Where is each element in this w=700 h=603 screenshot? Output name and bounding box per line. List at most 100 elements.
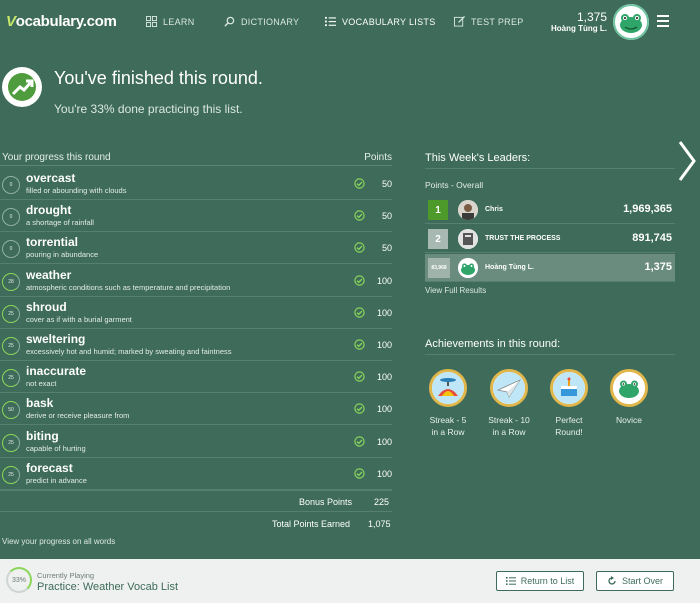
- word-term[interactable]: forecast: [26, 461, 73, 475]
- bonus-points-label: Bonus Points: [299, 497, 353, 507]
- leader-points: 1,375: [644, 261, 672, 273]
- achievement-novice[interactable]: Novice: [599, 369, 659, 426]
- start-over-button[interactable]: Start Over: [596, 571, 674, 591]
- currently-playing-label: Currently Playing: [37, 571, 95, 580]
- leader-name: TRUST THE PROCESS: [485, 235, 561, 242]
- view-full-results-link[interactable]: View Full Results: [425, 286, 486, 295]
- frog-icon: [613, 4, 649, 40]
- avatar: [458, 200, 478, 220]
- word-definition: a shortage of rainfall: [26, 218, 94, 228]
- view-all-progress-link[interactable]: View your progress on all words: [2, 537, 115, 546]
- word-definition: pouring in abundance: [26, 250, 99, 260]
- word-definition: atmospheric conditions such as temperatu…: [26, 282, 231, 292]
- nav-test-prep[interactable]: TEST PREP: [454, 16, 524, 27]
- word-points: 50: [381, 211, 392, 222]
- avatar: [458, 229, 478, 249]
- leader-name: Chris: [485, 206, 503, 213]
- leader-points: 1,969,365: [623, 203, 672, 215]
- word-row[interactable]: 0 torrential pouring in abundance 50: [0, 232, 392, 265]
- progress-header-label: Your progress this round: [2, 152, 111, 163]
- achievement-label: Perfect: [555, 415, 583, 425]
- rank-badge: 83,968: [428, 258, 450, 278]
- leader-name: Hoàng Tùng L.: [485, 264, 534, 271]
- points-header: Points: [364, 152, 392, 163]
- word-term[interactable]: sweltering: [26, 332, 85, 346]
- word-term[interactable]: inaccurate: [26, 364, 86, 378]
- word-points: 50: [381, 179, 392, 189]
- total-points-label: Total Points Earned: [272, 519, 351, 529]
- word-term[interactable]: drought: [26, 203, 71, 217]
- word-definition: excessively hot and humid; marked by swe…: [26, 347, 232, 356]
- achievement-perfect-round[interactable]: Perfect Round!: [539, 369, 599, 438]
- word-progress-ring: 25: [2, 304, 20, 323]
- return-to-list-button[interactable]: Return to List: [496, 571, 584, 591]
- start-over-label: Start Over: [621, 576, 663, 586]
- user-avatar[interactable]: [613, 4, 649, 40]
- edit-icon: [454, 16, 465, 27]
- achievement-streak-10[interactable]: Streak - 10 in a Row: [479, 369, 539, 438]
- check-circle-icon: [354, 339, 365, 350]
- check-circle-icon: [354, 178, 365, 189]
- achievement-label: in a Row: [492, 427, 526, 437]
- chevron-right-icon[interactable]: [677, 140, 697, 182]
- return-to-list-label: Return to List: [520, 576, 575, 586]
- current-list-name[interactable]: Practice: Weather Vocab List: [37, 581, 178, 593]
- check-circle-icon: [354, 371, 365, 382]
- word-row[interactable]: 25 forecast predict in advance 100: [0, 458, 392, 490]
- check-circle-icon: [354, 242, 365, 254]
- total-points-value: 1,075: [368, 519, 391, 529]
- word-term[interactable]: biting: [26, 429, 59, 443]
- word-points: 100: [376, 468, 392, 479]
- achievements-title: Achievements in this round:: [425, 338, 561, 350]
- footer-bar: 33% Currently Playing Practice: Weather …: [0, 559, 700, 603]
- word-term[interactable]: torrential: [26, 235, 78, 249]
- word-row[interactable]: 0 drought a shortage of rainfall 50: [0, 200, 392, 233]
- user-name[interactable]: Hoàng Tùng L.: [551, 24, 607, 33]
- word-definition: derive or receive pleasure from: [26, 411, 130, 421]
- word-row[interactable]: 0 overcast filled or abounding with clouds…: [0, 168, 392, 200]
- word-progress-ring: 25: [2, 337, 20, 355]
- leader-row[interactable]: 1 Chris 1,969,365: [425, 196, 675, 224]
- refresh-icon: [608, 576, 616, 585]
- divider: [0, 490, 392, 491]
- leader-row-current-user[interactable]: 83,968 Hoàng Tùng L. 1,375: [425, 254, 675, 282]
- word-row[interactable]: 50 bask derive or receive pleasure from 100: [0, 393, 392, 426]
- nav-vocabulary-lists[interactable]: VOCABULARY LISTS: [325, 16, 436, 27]
- word-row[interactable]: 25 biting capable of hurting 100: [0, 426, 392, 458]
- menu-icon[interactable]: [657, 15, 669, 27]
- word-progress-ring: 28: [2, 272, 20, 291]
- word-progress-ring: 50: [2, 401, 20, 420]
- divider: [0, 511, 392, 512]
- round-progress-subtitle: You're 33% done practicing this list.: [54, 102, 243, 116]
- vocabulary-logo[interactable]: Vocabulary.com: [6, 13, 117, 30]
- nav-learn[interactable]: LEARN: [146, 16, 195, 27]
- list-icon: [505, 577, 516, 585]
- paper-plane-icon: [490, 369, 528, 407]
- word-row[interactable]: 25 inaccurate not exact 100: [0, 361, 392, 394]
- word-definition: filled or abounding with clouds: [26, 186, 127, 195]
- nav-dictionary[interactable]: DICTIONARY: [224, 16, 299, 27]
- achievement-label: Streak - 5: [429, 415, 467, 425]
- achievement-label: Streak - 10: [488, 415, 530, 425]
- word-definition: cover as if with a burial garment: [26, 314, 132, 324]
- word-term[interactable]: bask: [26, 396, 53, 410]
- word-term[interactable]: weather: [26, 268, 71, 282]
- avatar: [458, 258, 478, 278]
- grid-icon: [146, 16, 157, 27]
- word-row[interactable]: 25 sweltering excessively hot and humid; m…: [0, 329, 392, 361]
- search-icon: [224, 16, 235, 27]
- word-term[interactable]: overcast: [26, 171, 75, 185]
- check-circle-icon: [354, 274, 365, 286]
- leader-row[interactable]: 2 TRUST THE PROCESS 891,745: [425, 225, 675, 253]
- word-row[interactable]: 25 shroud cover as if with a burial garmen…: [0, 297, 392, 329]
- word-points: 100: [376, 372, 392, 383]
- word-term[interactable]: shroud: [26, 300, 67, 314]
- nav-test-prep-label: TEST PREP: [471, 16, 524, 27]
- achievement-streak-5[interactable]: Streak - 5 in a Row: [418, 369, 478, 438]
- word-row[interactable]: 28 weather atmospheric conditions such as …: [0, 265, 392, 297]
- achievement-label: in a Row: [431, 427, 465, 437]
- word-definition: capable of hurting: [26, 443, 86, 453]
- leaders-title: This Week's Leaders:: [425, 152, 531, 164]
- achievement-label: Round!: [555, 427, 583, 437]
- list-icon: [325, 16, 336, 27]
